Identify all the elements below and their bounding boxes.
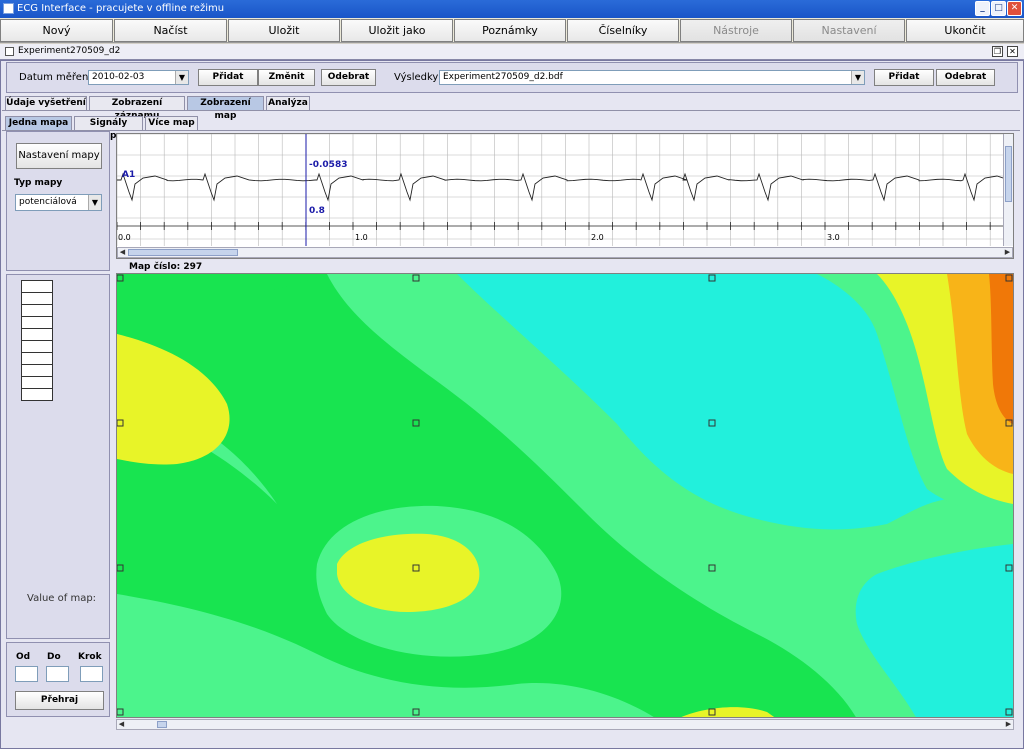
save-button[interactable]: Uložit (228, 19, 340, 42)
value-of-map-label: Value of map: (27, 593, 97, 604)
codebooks-button[interactable]: Číselníky (567, 19, 679, 42)
legend-panel: Value of map: (6, 274, 110, 639)
load-button[interactable]: Načíst (114, 19, 227, 42)
restore-icon[interactable]: ❐ (992, 46, 1003, 57)
window-title: ECG Interface - pracujete v offline reži… (17, 3, 225, 14)
internal-frame-title: Experiment270509_d2 ❐ ✕ (0, 44, 1024, 60)
step-input[interactable] (80, 666, 103, 682)
ecg-signal-plot[interactable]: A1 -0.0583 0.8 0.0 1.0 2.0 3.0 ◀ ▶ (116, 133, 1014, 259)
minimize-icon[interactable]: _ (975, 1, 990, 16)
tab-map-view[interactable]: Zobrazení map (187, 96, 264, 121)
notes-button[interactable]: Poznámky (454, 19, 566, 42)
frame-close-icon[interactable]: ✕ (1007, 46, 1018, 57)
potential-map-canvas (117, 274, 1013, 717)
title-bar: ECG Interface - pracujete v offline reži… (0, 0, 1024, 18)
legend-cell (21, 388, 53, 401)
play-button[interactable]: Přehraj (15, 691, 104, 710)
ecg-hscroll-thumb[interactable] (128, 249, 238, 256)
ecg-chart (117, 134, 1010, 246)
tab-record-view[interactable]: Zobrazení záznamu (89, 96, 185, 121)
quit-button[interactable]: Ukončit (906, 19, 1024, 42)
scroll-left-icon[interactable]: ◀ (118, 248, 127, 257)
tab-exam-data[interactable]: Údaje vyšetření (5, 96, 87, 110)
subtab-map-signals[interactable]: Signály mapy (74, 116, 143, 141)
map-settings-panel: Nastavení mapy Typ mapy potenciálová ▼ (6, 131, 110, 271)
step-label: Krok (78, 652, 102, 662)
tab-divider (2, 110, 1020, 111)
scroll-right-icon[interactable]: ▶ (1003, 248, 1012, 257)
date-remove-button[interactable]: Odebrat (321, 69, 376, 86)
playback-panel: Od Do Krok Přehraj (6, 642, 110, 717)
tick-label: 0.0 (118, 233, 131, 242)
subtab-single-map[interactable]: Jedna mapa (5, 116, 72, 130)
date-combo[interactable]: 2010-02-03 ▼ (88, 70, 189, 85)
to-label: Do (47, 652, 61, 662)
lead-label: A1 (122, 170, 136, 180)
chevron-down-icon[interactable]: ▼ (175, 71, 188, 84)
ecg-vscroll[interactable] (1003, 134, 1013, 246)
from-input[interactable] (15, 666, 38, 682)
tick-label: 3.0 (827, 233, 840, 242)
map-hscroll-thumb[interactable] (157, 721, 167, 728)
results-combo[interactable]: Experiment270509_d2.bdf ▼ (439, 70, 865, 85)
measurement-panel: Datum měření 2010-02-03 ▼ Přidat Změnit … (6, 62, 1018, 93)
app-icon (3, 3, 14, 14)
results-remove-button[interactable]: Odebrat (936, 69, 995, 86)
tools-button[interactable]: Nástroje (680, 19, 792, 42)
date-label: Datum měření (19, 72, 92, 83)
date-value: 2010-02-03 (92, 72, 145, 82)
to-input[interactable] (46, 666, 69, 682)
settings-button[interactable]: Nastavení (793, 19, 905, 42)
tick-label: 1.0 (355, 233, 368, 242)
results-value: Experiment270509_d2.bdf (443, 72, 563, 82)
scroll-right-icon[interactable]: ▶ (1004, 720, 1013, 729)
map-settings-button[interactable]: Nastavení mapy (16, 143, 102, 169)
potential-map[interactable] (116, 273, 1014, 718)
map-type-label: Typ mapy (14, 178, 63, 188)
map-hscroll[interactable]: ◀ ▶ (116, 719, 1014, 730)
chevron-down-icon[interactable]: ▼ (88, 195, 101, 210)
save-as-button[interactable]: Uložit jako (341, 19, 453, 42)
subtab-multi-map[interactable]: Více map (145, 116, 198, 130)
frame-title: Experiment270509_d2 (18, 46, 121, 56)
new-button[interactable]: Nový (0, 19, 113, 42)
subtab-divider (2, 130, 1020, 131)
ecg-vscroll-thumb[interactable] (1005, 146, 1012, 202)
date-change-button[interactable]: Změnit (258, 69, 315, 86)
results-label: Výsledky (394, 72, 439, 83)
frame-icon (5, 47, 14, 56)
close-icon[interactable]: ✕ (1007, 1, 1022, 16)
date-add-button[interactable]: Přidat (198, 69, 258, 86)
ecg-hscroll[interactable]: ◀ ▶ (117, 247, 1013, 258)
cursor-value: -0.0583 (309, 160, 348, 170)
chevron-down-icon[interactable]: ▼ (851, 71, 864, 84)
maximize-icon[interactable]: □ (991, 1, 1006, 16)
map-type-combo[interactable]: potenciálová ▼ (15, 194, 102, 211)
map-type-value: potenciálová (19, 197, 77, 207)
results-add-button[interactable]: Přidat (874, 69, 934, 86)
map-number-label: Map číslo: 297 (129, 262, 203, 272)
tab-analysis[interactable]: Analýza (266, 96, 310, 110)
from-label: Od (16, 652, 31, 662)
scroll-left-icon[interactable]: ◀ (117, 720, 126, 729)
main-toolbar: Nový Načíst Uložit Uložit jako Poznámky … (0, 18, 1024, 43)
tick-label: 2.0 (591, 233, 604, 242)
cursor-time: 0.8 (309, 206, 325, 216)
